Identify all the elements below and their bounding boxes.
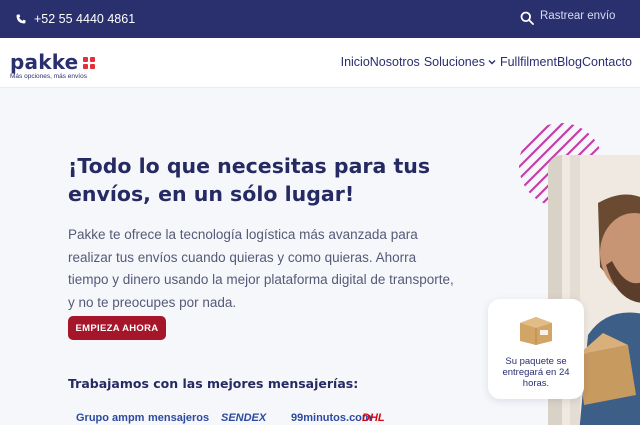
logo-dots-icon <box>83 57 95 69</box>
carrier-logo: Grupo ampm <box>76 412 145 424</box>
start-now-button[interactable]: EMPIEZA AHORA <box>68 316 166 340</box>
tracking-search <box>520 10 640 25</box>
search-icon[interactable] <box>520 11 534 25</box>
main-nav: pakke Más opciones, más envíos Inicio No… <box>0 38 640 88</box>
delivery-badge: Su paquete se entregará en 24 horas. <box>488 299 584 399</box>
nav-item-nosotros[interactable]: Nosotros <box>370 55 420 69</box>
hero-description: Pakke te ofrece la tecnología logística … <box>68 227 454 310</box>
nav-item-blog[interactable]: Blog <box>557 55 582 69</box>
delivery-badge-text: Su paquete se entregará en 24 horas. <box>502 356 570 389</box>
logo-wordmark: pakke <box>10 50 79 74</box>
phone-icon <box>16 14 26 24</box>
hero-title: ¡Todo lo que necesitas para tus envíos, … <box>68 154 431 206</box>
phone-contact[interactable]: +52 55 4440 4861 <box>16 12 135 26</box>
carrier-logo: DHL <box>362 412 385 424</box>
package-box-icon <box>520 317 552 345</box>
track-shipment-input[interactable] <box>540 10 640 25</box>
nav-item-soluciones[interactable]: Soluciones <box>424 55 485 69</box>
chevron-down-icon[interactable] <box>488 58 496 66</box>
top-bar: +52 55 4440 4861 <box>0 0 640 38</box>
nav-item-inicio[interactable]: Inicio <box>341 55 370 69</box>
carrier-logo: mensajeros <box>148 412 210 424</box>
phone-number: +52 55 4440 4861 <box>34 12 136 26</box>
carriers-title: Trabajamos con las mejores mensajerías: <box>68 376 359 391</box>
carrier-logo: SENDEX <box>221 412 267 424</box>
logo-tagline: Más opciones, más envíos <box>10 73 87 80</box>
pakke-logo[interactable]: pakke Más opciones, más envíos <box>10 50 95 80</box>
nav-menu: Inicio Nosotros Soluciones Fullfilment B… <box>341 55 632 69</box>
nav-item-contacto[interactable]: Contacto <box>582 55 632 69</box>
carrier-logo: 99minutos.com <box>291 412 372 424</box>
carrier-logos: Grupo ampm mensajeros SENDEX 99minutos.c… <box>68 412 428 425</box>
nav-item-fullfilment[interactable]: Fullfilment <box>500 55 557 69</box>
